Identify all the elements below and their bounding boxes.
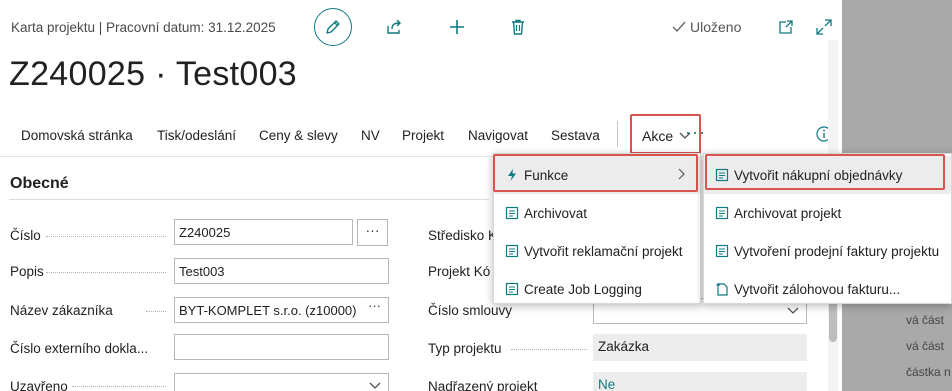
plus-icon: [450, 20, 464, 34]
document-icon: [505, 282, 519, 296]
share-icon: [387, 19, 401, 34]
expand-button[interactable]: [815, 18, 833, 36]
menu-item-label: Vytvořit reklamační projekt: [524, 243, 683, 259]
action-home[interactable]: Domovská stránka: [21, 128, 133, 143]
menu-item-archive-project[interactable]: Archivovat projekt: [704, 194, 951, 232]
background-text: částka n: [906, 365, 951, 379]
divider: [617, 121, 618, 147]
new-document-icon: [715, 282, 729, 296]
more-options-button[interactable]: ···: [685, 122, 706, 143]
field-label-project-code: Projekt Kó: [428, 264, 491, 279]
field-label-cost-center: Středisko K: [428, 228, 498, 243]
highlight-box: [705, 154, 945, 190]
action-bar: Domovská stránka Tisk/odeslání Ceny & sl…: [0, 119, 842, 155]
breadcrumb: Karta projektu | Pracovní datum: 31.12.2…: [11, 20, 276, 35]
field-label-project-type: Typ projektu: [428, 341, 502, 356]
background-text: vá část: [906, 339, 945, 353]
number-assist-button[interactable]: ···: [357, 219, 388, 246]
field-label-customer-name: Název zákazníka: [10, 303, 113, 318]
field-label-parent-project: Nadřazený projekt: [428, 379, 538, 391]
open-new-window-button[interactable]: [777, 18, 795, 36]
customer-lookup-icon[interactable]: ···: [368, 298, 381, 313]
menu-item-create-complaint-project[interactable]: Vytvořit reklamační projekt: [494, 232, 700, 270]
pencil-icon: [326, 20, 340, 34]
external-doc-input[interactable]: [174, 334, 389, 360]
divider: [146, 311, 166, 312]
description-input[interactable]: Test003: [174, 258, 389, 284]
action-navigate[interactable]: Navigovat: [468, 128, 528, 143]
field-label-closed: Uzavřeno: [10, 379, 68, 391]
chevron-down-icon: [369, 382, 381, 389]
akce-label-group: Akce: [642, 128, 691, 144]
chevron-down-icon: [787, 307, 799, 314]
divider: [9, 199, 489, 200]
menu-item-create-job-logging[interactable]: Create Job Logging: [494, 270, 700, 308]
document-icon: [505, 206, 519, 220]
page-title: Z240025 · Test003: [9, 55, 298, 93]
menu-item-label: Create Job Logging: [524, 281, 642, 297]
field-label-cislo: Číslo: [10, 228, 41, 243]
parent-project-link[interactable]: Ne: [598, 377, 615, 391]
field-label-popis: Popis: [10, 264, 44, 279]
number-input[interactable]: Z240025: [174, 219, 353, 245]
akce-label: Akce: [642, 128, 674, 144]
document-icon: [715, 244, 729, 258]
expand-icon: [816, 19, 832, 35]
menu-item-archive[interactable]: Archivovat: [494, 194, 700, 232]
menu-item-label: Archivovat: [524, 205, 588, 221]
new-button[interactable]: [447, 17, 467, 37]
menu-item-create-advance-invoice[interactable]: Vytvořit zálohovou fakturu...: [704, 270, 951, 308]
save-status-label: Uloženo: [690, 19, 742, 35]
menu-item-label: Vytvořit zálohovou fakturu...: [734, 281, 901, 297]
divider: [72, 386, 166, 387]
document-icon: [715, 206, 729, 220]
project-type-value: Zakázka: [593, 334, 807, 361]
share-button[interactable]: [384, 17, 404, 37]
menu-item-create-sales-invoice[interactable]: Vytvoření prodejní faktury projektu: [704, 232, 951, 270]
customer-name-input[interactable]: BYT-KOMPLET s.r.o. (z10000): [174, 297, 389, 323]
trash-icon: [512, 19, 524, 35]
section-title: Obecné: [10, 175, 69, 192]
menu-item-label: Vytvoření prodejní faktury projektu: [734, 243, 940, 259]
closed-select[interactable]: [174, 373, 389, 391]
document-icon: [505, 244, 519, 258]
action-nv[interactable]: NV: [361, 128, 380, 143]
background-text: vá část: [906, 313, 945, 327]
delete-button[interactable]: [508, 17, 528, 37]
divider: [46, 272, 166, 273]
menu-item-label: Archivovat projekt: [734, 205, 842, 221]
divider: [511, 349, 587, 350]
field-label-external-doc: Číslo externího dokla...: [10, 341, 149, 356]
checkmark-icon: [672, 21, 686, 33]
open-new-window-icon: [779, 20, 793, 34]
action-print-send[interactable]: Tisk/odeslání: [157, 128, 236, 143]
highlight-box: [493, 154, 698, 192]
action-project[interactable]: Projekt: [402, 128, 444, 143]
parent-project-value: Ne: [593, 372, 807, 391]
divider: [46, 236, 166, 237]
action-report[interactable]: Sestava: [551, 128, 600, 143]
edit-button[interactable]: [314, 8, 352, 46]
save-status: Uloženo: [671, 19, 741, 35]
action-prices-discounts[interactable]: Ceny & slevy: [259, 128, 338, 143]
